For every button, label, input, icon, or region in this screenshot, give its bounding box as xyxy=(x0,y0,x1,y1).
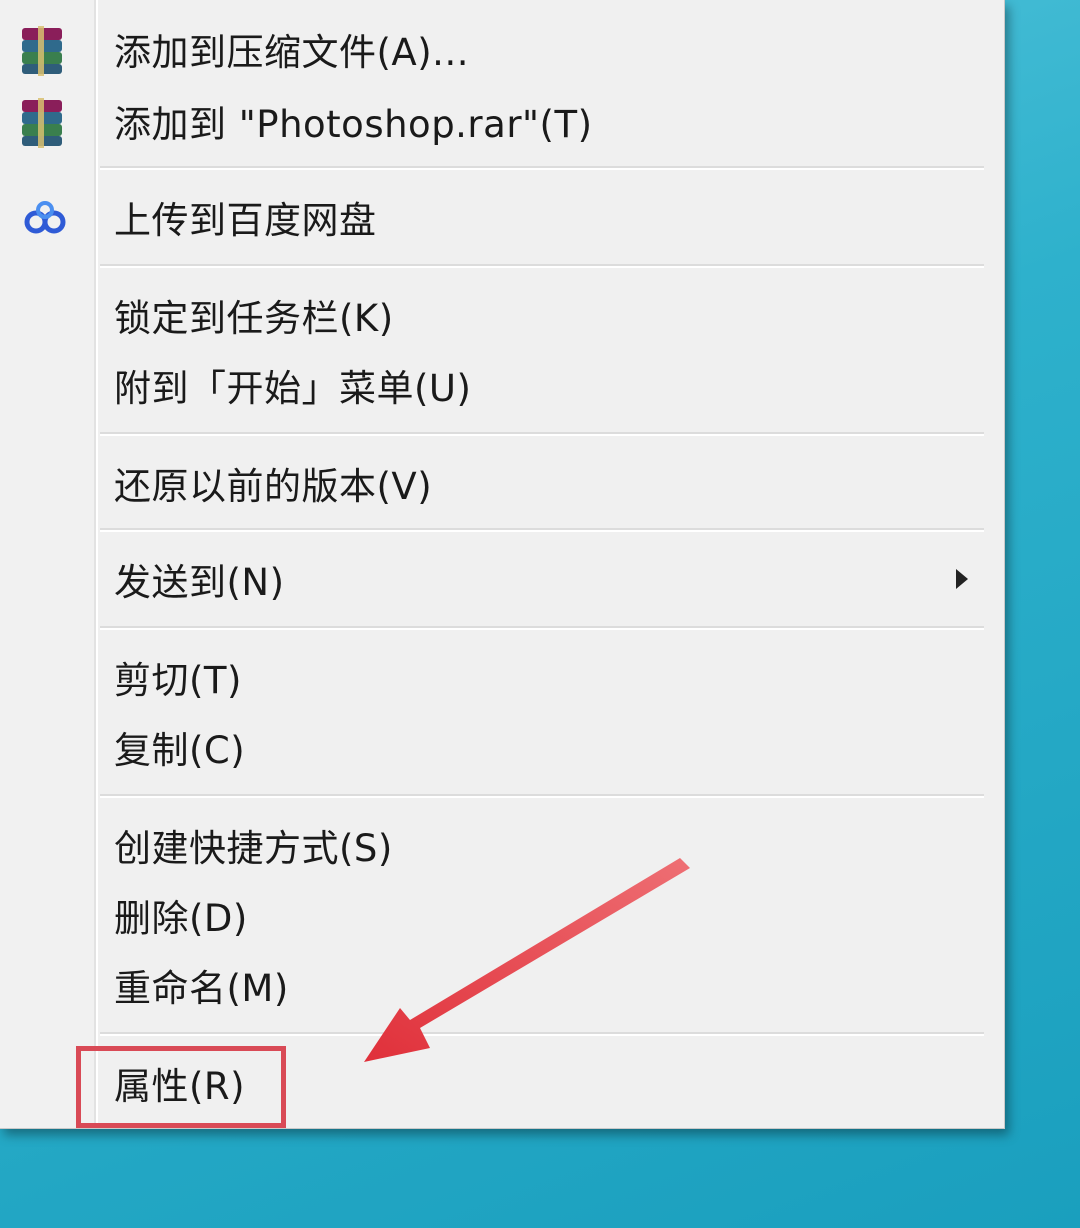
annotation-arrow-icon xyxy=(364,858,690,1062)
